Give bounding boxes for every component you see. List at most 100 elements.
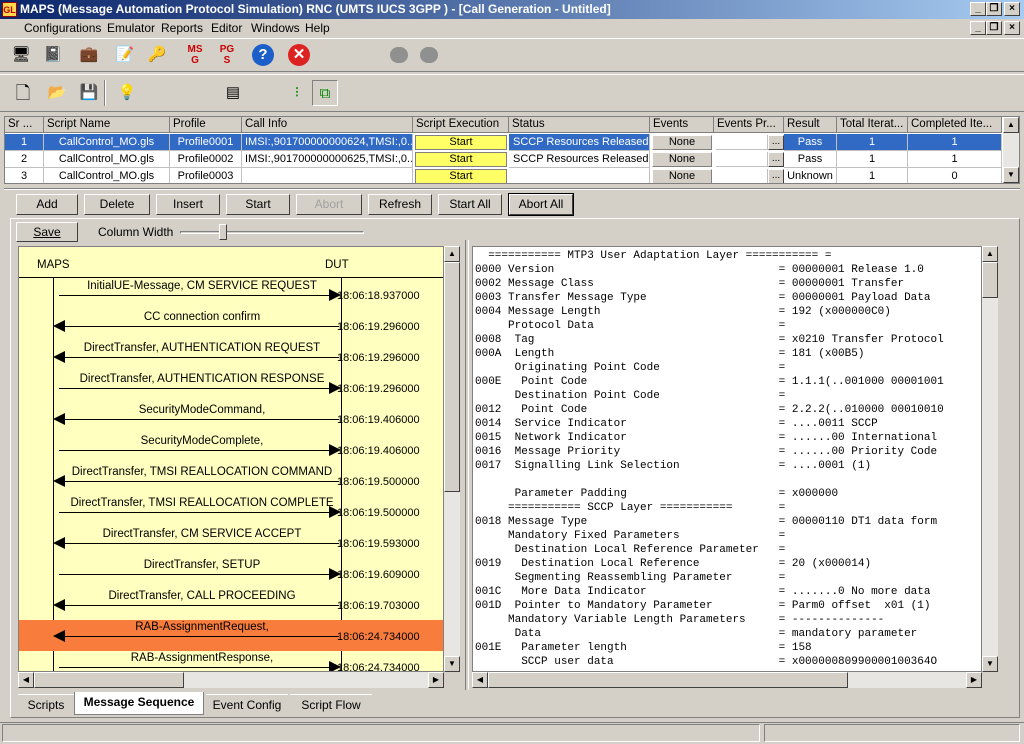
sequence-message[interactable]: DirectTransfer, AUTHENTICATION RESPONSE 1…	[19, 372, 443, 403]
scroll-right-icon[interactable]: ▶	[428, 672, 444, 688]
col-header-status[interactable]: Status	[509, 117, 650, 133]
table-row[interactable]: 1 CallControl_MO.gls Profile0001 IMSI:,9…	[5, 134, 1002, 151]
col-header-call-info[interactable]: Call Info	[242, 117, 413, 133]
scroll-left-icon[interactable]: ◀	[472, 672, 488, 688]
start-all-button[interactable]: Start All	[438, 194, 502, 215]
new-file-icon[interactable]: 🗋	[10, 80, 36, 106]
sequence-message[interactable]: RAB-AssignmentResponse, 18:06:24.734000	[19, 651, 443, 671]
menu-reports[interactable]: Reports	[157, 21, 207, 36]
minimize-icon[interactable]: _	[970, 2, 986, 16]
scroll-down-icon[interactable]: ▼	[982, 656, 998, 672]
pane-splitter[interactable]	[465, 240, 469, 690]
column-width-slider-thumb[interactable]	[219, 224, 227, 240]
insert-button[interactable]: Insert	[156, 194, 220, 215]
lightbulb-icon[interactable]: 💡	[114, 80, 140, 106]
refresh-button[interactable]: Refresh	[368, 194, 432, 215]
col-header-script-execution[interactable]: Script Execution	[413, 117, 509, 133]
briefcase-icon[interactable]: 💼	[76, 42, 102, 68]
sequence-vscrollbar[interactable]: ▲ ▼	[444, 246, 460, 672]
restore-icon[interactable]: ❐	[986, 2, 1002, 16]
abort-all-button[interactable]: Abort All	[508, 193, 574, 216]
scroll-up-icon[interactable]: ▲	[444, 246, 460, 262]
start-execution-button[interactable]: Start	[415, 135, 507, 150]
events-pr-ellipsis-button[interactable]: ...	[768, 169, 784, 183]
scroll-up-icon[interactable]: ▲	[982, 246, 998, 262]
sequence-message[interactable]: SecurityModeCommand, 18:06:19.406000	[19, 403, 443, 434]
menu-help[interactable]: Help	[301, 21, 334, 36]
sequence-message[interactable]: InitialUE-Message, CM SERVICE REQUEST 18:…	[19, 279, 443, 310]
scroll-thumb[interactable]	[34, 672, 184, 688]
start-execution-button[interactable]: Start	[415, 152, 507, 167]
events-button[interactable]: None	[652, 169, 712, 183]
col-header-events[interactable]: Events	[650, 117, 714, 133]
delete-button[interactable]: Delete	[84, 194, 150, 215]
col-header-total-iterations[interactable]: Total Iterat...	[837, 117, 908, 133]
add-button[interactable]: Add	[16, 194, 78, 215]
open-folder-icon[interactable]: 📂	[44, 80, 70, 106]
mdi-restore-icon[interactable]: ❐	[986, 21, 1002, 35]
tab-scripts[interactable]: Scripts	[18, 694, 74, 715]
scroll-thumb[interactable]	[982, 262, 998, 298]
sequence-hscrollbar[interactable]: ◀ ▶	[18, 672, 444, 688]
start-button[interactable]: Start	[226, 194, 290, 215]
sequence-message[interactable]: SecurityModeComplete, 18:06:19.406000	[19, 434, 443, 465]
events-button[interactable]: None	[652, 152, 712, 167]
table-row[interactable]: 2 CallControl_MO.gls Profile0002 IMSI:,9…	[5, 151, 1002, 168]
panel-view-icon[interactable]: ▤	[220, 80, 246, 106]
abort-button[interactable]: Abort	[296, 194, 362, 215]
events-pr-field[interactable]	[716, 169, 768, 183]
menu-emulator[interactable]: Emulator	[103, 21, 159, 36]
tab-event-config[interactable]: Event Config	[206, 694, 288, 715]
help-icon[interactable]: ?	[250, 42, 276, 68]
splitter[interactable]	[4, 188, 1020, 190]
edit-script-icon[interactable]: 📝	[112, 42, 138, 68]
scroll-left-icon[interactable]: ◀	[18, 672, 34, 688]
monitor-icon[interactable]: 🖥	[8, 42, 34, 68]
mdi-close-icon[interactable]: ×	[1004, 21, 1020, 35]
detail-hscrollbar[interactable]: ◀ ▶	[472, 672, 982, 688]
col-header-result[interactable]: Result	[784, 117, 837, 133]
sequence-message[interactable]: DirectTransfer, AUTHENTICATION REQUEST 18…	[19, 341, 443, 372]
tree-layout-icon[interactable]: ⧉	[312, 80, 338, 106]
col-header-profile[interactable]: Profile	[170, 117, 242, 133]
events-button[interactable]: None	[652, 135, 712, 150]
sequence-message[interactable]: DirectTransfer, TMSI REALLOCATION COMMAN…	[19, 465, 443, 496]
save-button[interactable]: Save	[16, 222, 78, 242]
scroll-thumb[interactable]	[444, 262, 460, 492]
keys-icon[interactable]: 🔑	[144, 42, 170, 68]
detail-vscrollbar[interactable]: ▲ ▼	[982, 246, 998, 672]
events-pr-field[interactable]	[716, 135, 768, 150]
scroll-thumb[interactable]	[488, 672, 848, 688]
sequence-message[interactable]: DirectTransfer, TMSI REALLOCATION COMPLE…	[19, 496, 443, 527]
scroll-down-icon[interactable]: ▼	[1003, 167, 1019, 183]
vertical-layout-icon[interactable]: ⁝	[284, 80, 310, 106]
sequence-message[interactable]: CC connection confirm 18:06:19.296000	[19, 310, 443, 341]
events-pr-ellipsis-button[interactable]: ...	[768, 152, 784, 167]
mdi-minimize-icon[interactable]: _	[970, 21, 986, 35]
sequence-message[interactable]: DirectTransfer, SETUP 18:06:19.609000	[19, 558, 443, 589]
menu-configurations[interactable]: Configurations	[20, 21, 105, 36]
column-width-slider[interactable]	[180, 231, 364, 234]
sequence-message[interactable]: RAB-AssignmentRequest, 18:06:24.734000	[19, 620, 443, 651]
grid-scrollbar[interactable]: ▲ ▼	[1003, 117, 1019, 183]
table-row[interactable]: 3 CallControl_MO.gls Profile0003 Start N…	[5, 168, 1002, 183]
tab-script-flow[interactable]: Script Flow	[290, 694, 372, 715]
sequence-message[interactable]: DirectTransfer, CM SERVICE ACCEPT 18:06:1…	[19, 527, 443, 558]
sequence-message[interactable]: DirectTransfer, CALL PROCEEDING 18:06:19.…	[19, 589, 443, 620]
stop-icon[interactable]: ✕	[286, 42, 312, 68]
col-header-script-name[interactable]: Script Name	[44, 117, 170, 133]
col-header-events-pr[interactable]: Events Pr...	[714, 117, 784, 133]
events-pr-ellipsis-button[interactable]: ...	[768, 135, 784, 150]
menu-windows[interactable]: Windows	[247, 21, 304, 36]
msg-icon[interactable]: MS G	[182, 42, 208, 68]
col-header-completed-iterations[interactable]: Completed Ite...	[908, 117, 1002, 133]
close-icon[interactable]: ×	[1004, 2, 1020, 16]
events-pr-field[interactable]	[716, 152, 768, 167]
notes-icon[interactable]: 📓	[40, 42, 66, 68]
scroll-right-icon[interactable]: ▶	[966, 672, 982, 688]
save-file-icon[interactable]: 💾	[76, 80, 102, 106]
tab-message-sequence[interactable]: Message Sequence	[74, 692, 204, 715]
start-execution-button[interactable]: Start	[415, 169, 507, 183]
col-header-sr[interactable]: Sr ...	[5, 117, 44, 133]
pgs-icon[interactable]: PG S	[214, 42, 240, 68]
